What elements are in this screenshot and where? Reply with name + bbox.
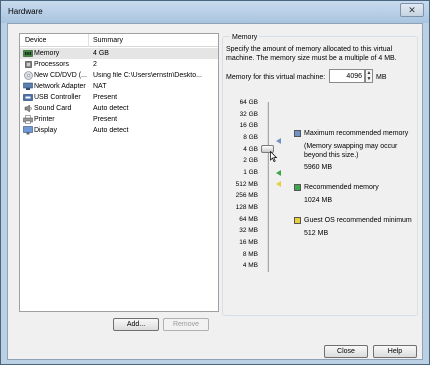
tick-label: 256 MB: [235, 192, 258, 199]
window-title: Hardware: [8, 7, 43, 16]
tick-label: 32 MB: [239, 227, 258, 234]
remove-device-button[interactable]: Remove: [163, 318, 209, 331]
device-summary: NAT: [93, 83, 107, 90]
max-recommended-swatch: [294, 130, 301, 137]
device-name: New CD/DVD (...: [34, 72, 87, 79]
device-name: Network Adapter: [34, 83, 86, 90]
tick-label: 64 GB: [239, 99, 258, 106]
memory-icon: [23, 49, 33, 58]
device-name: Display: [34, 127, 57, 134]
device-row-cd-dvd[interactable]: New CD/DVD (... Using file C:\Users\erns…: [20, 70, 218, 81]
guest-minimum-title: Guest OS recommended minimum: [304, 217, 412, 224]
device-name: USB Controller: [34, 94, 81, 101]
usb-icon: [23, 93, 33, 102]
tick-label: 2 GB: [243, 157, 258, 164]
memory-input-label: Memory for this virtual machine:: [226, 74, 326, 81]
device-summary: Auto detect: [93, 105, 129, 112]
spin-down-icon[interactable]: ▼: [366, 76, 372, 82]
recommended-swatch: [294, 184, 301, 191]
tick-label: 4 MB: [242, 262, 258, 269]
tick-label: 1 GB: [243, 169, 258, 176]
tick-label: 128 MB: [235, 204, 258, 211]
display-icon: [23, 126, 33, 135]
tick-label: 64 MB: [239, 216, 258, 223]
recommended-value: 1024 MB: [304, 197, 333, 204]
column-header-device[interactable]: Device: [25, 37, 46, 44]
memory-size-input[interactable]: 4096: [329, 69, 365, 83]
device-name: Processors: [34, 61, 70, 68]
device-row-memory[interactable]: Memory 4 GB: [20, 48, 218, 59]
device-row-usb-controller[interactable]: USB Controller Present: [20, 92, 218, 103]
guest-minimum-swatch: [294, 217, 301, 224]
device-row-processors[interactable]: Processors 2: [20, 59, 218, 70]
device-summary: Present: [93, 116, 118, 123]
device-summary: 4 GB: [93, 50, 109, 57]
tick-label: 4 GB: [243, 146, 258, 153]
hardware-dialog: Hardware ✕ Device Summary Memory 4 GB Pr…: [0, 0, 430, 365]
window-close-button[interactable]: ✕: [400, 3, 424, 17]
device-list[interactable]: Device Summary Memory 4 GB Processors 2: [19, 33, 219, 312]
network-adapter-icon: [23, 82, 33, 91]
column-header-summary[interactable]: Summary: [93, 37, 123, 44]
max-recommended-marker: [276, 138, 281, 144]
device-summary: Auto detect: [93, 127, 129, 134]
device-name: Sound Card: [34, 105, 72, 112]
tick-label: 32 GB: [239, 111, 258, 118]
tick-label: 16 MB: [239, 239, 258, 246]
device-row-display[interactable]: Display Auto detect: [20, 125, 218, 136]
list-header: Device Summary: [20, 34, 218, 47]
memory-slider-track[interactable]: [267, 102, 269, 272]
printer-icon: [23, 115, 33, 124]
dialog-body: Device Summary Memory 4 GB Processors 2: [7, 23, 423, 360]
memory-spinner[interactable]: ▲ ▼: [365, 69, 373, 83]
device-name: Memory: [34, 50, 60, 57]
recommended-title: Recommended memory: [304, 184, 379, 191]
close-icon: ✕: [408, 4, 416, 15]
processor-icon: [23, 60, 33, 69]
cd-dvd-icon: [23, 71, 33, 80]
add-device-button[interactable]: Add...: [113, 318, 159, 331]
close-button[interactable]: Close: [324, 345, 368, 358]
help-button[interactable]: Help: [373, 345, 417, 358]
column-separator[interactable]: [88, 34, 89, 47]
memory-unit-label: MB: [376, 74, 387, 81]
device-summary: Using file C:\Users\ernstn\Deskto...: [93, 72, 202, 79]
device-row-printer[interactable]: Printer Present: [20, 114, 218, 125]
max-recommended-note: (Memory swapping may occur beyond this s…: [304, 143, 398, 159]
tick-label: 512 MB: [235, 181, 258, 188]
device-name: Printer: [34, 116, 55, 123]
recommended-marker: [276, 170, 281, 176]
device-row-network-adapter[interactable]: Network Adapter NAT: [20, 81, 218, 92]
max-recommended-value: 5960 MB: [304, 164, 333, 171]
tick-label: 8 MB: [242, 251, 258, 258]
memory-description: Specify the amount of memory allocated t…: [226, 46, 397, 62]
tick-label: 8 GB: [243, 134, 258, 141]
device-summary: 2: [93, 61, 97, 68]
sound-card-icon: [23, 104, 33, 113]
memory-group-title: Memory: [230, 34, 260, 41]
device-summary: Present: [93, 94, 118, 101]
guest-minimum-value: 512 MB: [304, 230, 329, 237]
guest-minimum-marker: [276, 181, 281, 187]
device-row-sound-card[interactable]: Sound Card Auto detect: [20, 103, 218, 114]
tick-label: 16 GB: [239, 122, 258, 129]
mouse-pointer-icon: [270, 150, 278, 164]
title-bar[interactable]: Hardware ✕: [1, 1, 429, 23]
max-recommended-title: Maximum recommended memory: [304, 130, 409, 137]
